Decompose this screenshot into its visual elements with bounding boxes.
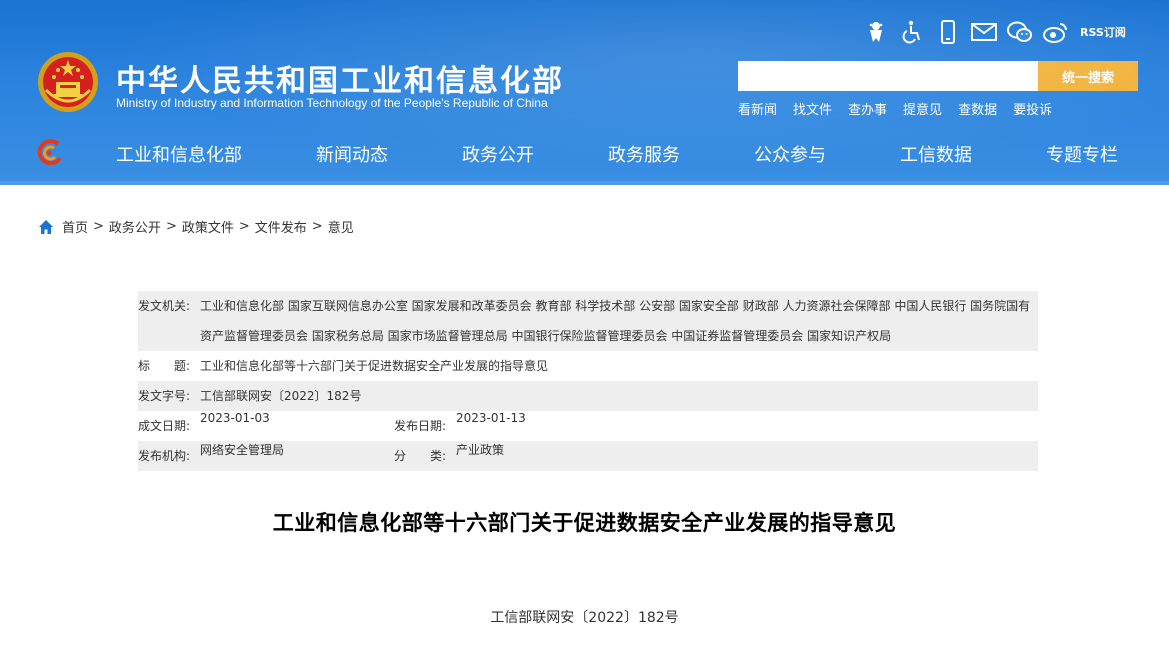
nav-item-open-government[interactable]: 政务公开: [462, 141, 534, 167]
category-label: 分 类:: [394, 449, 447, 463]
issuer-value: 工业和信息化部 国家互联网信息办公室 国家发展和改革委员会 教育部 科学技术部 …: [200, 299, 1031, 343]
doc-number-value: 工信部联网安〔2022〕182号: [200, 389, 362, 403]
quick-link-files[interactable]: 找文件: [793, 99, 832, 118]
wechat-icon[interactable]: [1006, 18, 1034, 46]
nav-item-ministry[interactable]: 工业和信息化部: [116, 141, 242, 167]
site-header: 中华人民共和国工业和信息化部 Ministry of Industry and …: [0, 0, 1169, 185]
breadcrumb-opinions[interactable]: 意见: [328, 217, 354, 236]
title-label: 标 题:: [138, 359, 191, 373]
header-divider: [0, 181, 1169, 185]
issuer-label: 发文机关:: [138, 299, 191, 313]
breadcrumb-separator: >: [165, 219, 177, 234]
ministry-logo-icon[interactable]: [34, 138, 64, 168]
meta-row-doc-number: 发文字号: 工信部联网安〔2022〕182号: [138, 381, 1038, 411]
title-value: 工业和信息化部等十六部门关于促进数据安全产业发展的指导意见: [200, 359, 549, 373]
meta-row-issuer: 发文机关: 工业和信息化部 国家互联网信息办公室 国家发展和改革委员会 教育部 …: [138, 291, 1038, 351]
home-icon[interactable]: [38, 219, 54, 235]
mobile-icon[interactable]: [934, 18, 962, 46]
nav-item-data[interactable]: 工信数据: [900, 141, 972, 167]
published-date-value: 2023-01-13: [456, 411, 526, 425]
created-date-label: 成文日期:: [138, 419, 191, 433]
meta-row-title: 标 题: 工业和信息化部等十六部门关于促进数据安全产业发展的指导意见: [138, 351, 1038, 381]
meta-row-agency: 发布机构: 网络安全管理局 分 类: 产业政策: [138, 441, 1038, 471]
mail-icon[interactable]: [970, 18, 998, 46]
national-emblem-icon[interactable]: [36, 50, 100, 114]
search-button[interactable]: 统一搜索: [1038, 61, 1138, 91]
doc-number-label: 发文字号:: [138, 389, 191, 403]
rss-subscribe-link[interactable]: RSS订阅: [1080, 24, 1126, 40]
weibo-icon[interactable]: [1042, 18, 1070, 46]
breadcrumb-file-release[interactable]: 文件发布: [255, 217, 307, 236]
main-nav: 工业和信息化部 新闻动态 政务公开 政务服务 公众参与 工信数据 专题专栏: [0, 130, 1169, 176]
site-title[interactable]: 中华人民共和国工业和信息化部: [116, 56, 564, 100]
quick-link-services[interactable]: 查办事: [848, 99, 887, 118]
elderly-mode-icon[interactable]: [862, 18, 890, 46]
published-date-label: 发布日期:: [394, 419, 447, 433]
accessibility-icon[interactable]: [898, 18, 926, 46]
created-date-value: 2023-01-03: [200, 411, 270, 425]
nav-item-topics[interactable]: 专题专栏: [1046, 141, 1118, 167]
article-doc-number: 工信部联网安〔2022〕182号: [490, 610, 679, 626]
quick-links: 看新闻 找文件 查办事 提意见 查数据 要投诉: [738, 99, 1068, 118]
agency-label: 发布机构:: [138, 449, 191, 463]
nav-item-participation[interactable]: 公众参与: [754, 141, 826, 167]
nav-item-services[interactable]: 政务服务: [608, 141, 680, 167]
search-input[interactable]: [738, 61, 1038, 91]
meta-row-dates: 成文日期: 2023-01-03 发布日期: 2023-01-13: [138, 411, 1038, 441]
breadcrumb-separator: >: [93, 219, 104, 234]
breadcrumb: 首页 > 政务公开 > 政策文件 > 文件发布 > 意见: [38, 217, 354, 236]
breadcrumb-open-government[interactable]: 政务公开: [109, 217, 161, 236]
quick-link-feedback[interactable]: 提意见: [903, 99, 942, 118]
document-metadata: 发文机关: 工业和信息化部 国家互联网信息办公室 国家发展和改革委员会 教育部 …: [138, 291, 1038, 471]
agency-value: 网络安全管理局: [200, 443, 285, 457]
quick-link-news[interactable]: 看新闻: [738, 99, 777, 118]
breadcrumb-policy-files[interactable]: 政策文件: [182, 217, 234, 236]
breadcrumb-separator: >: [238, 219, 250, 234]
site-subtitle: Ministry of Industry and Information Tec…: [116, 96, 548, 110]
breadcrumb-separator: >: [311, 219, 323, 234]
quick-link-complaint[interactable]: 要投诉: [1013, 99, 1052, 118]
header-toolbar: RSS订阅: [862, 18, 1126, 46]
article-title: 工业和信息化部等十六部门关于促进数据安全产业发展的指导意见: [272, 511, 897, 535]
category-value: 产业政策: [456, 443, 505, 457]
nav-item-news[interactable]: 新闻动态: [316, 141, 388, 167]
quick-link-data[interactable]: 查数据: [958, 99, 997, 118]
breadcrumb-home[interactable]: 首页: [62, 217, 88, 236]
